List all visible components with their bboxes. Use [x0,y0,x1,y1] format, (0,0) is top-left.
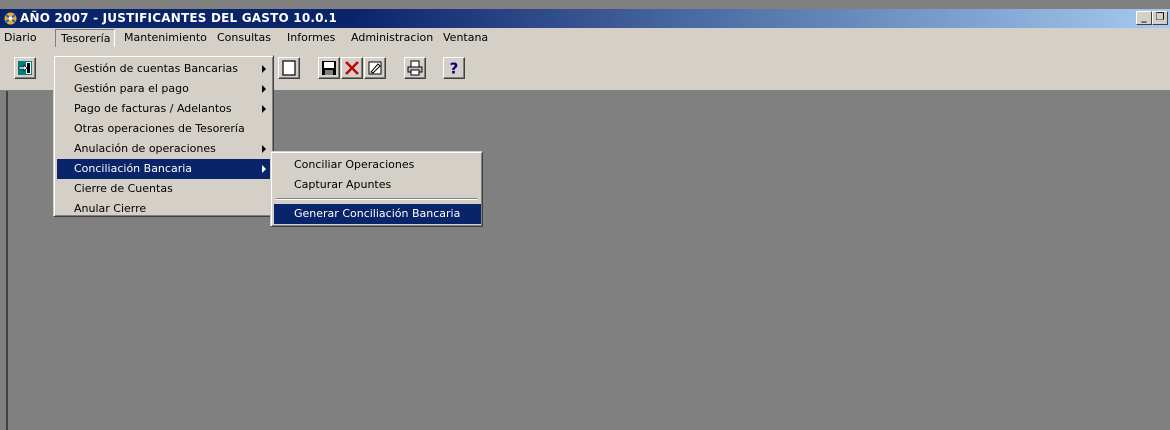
submenu-arrow-icon [262,105,266,113]
edit-icon [368,61,382,75]
menu-item-conciliar-operaciones[interactable]: Conciliar Operaciones [274,155,481,175]
menu-item-label: Conciliación Bancaria [74,162,193,175]
submenu-arrow-icon [262,145,266,153]
menu-item-conciliacion[interactable]: Conciliación Bancaria [57,159,272,179]
menu-bar: Diario Tesorería Mantenimiento Consultas… [0,28,1170,48]
delete-icon [345,61,359,75]
conciliacion-submenu: Conciliar Operaciones Capturar Apuntes G… [270,151,483,227]
menu-item-label: Gestión para el pago [74,82,189,95]
menu-item-label: Capturar Apuntes [294,178,392,191]
menu-item-label: Conciliar Operaciones [294,158,415,171]
new-document-icon [282,60,296,76]
menu-diario[interactable]: Diario [4,31,37,44]
menu-informes[interactable]: Informes [287,31,335,44]
svg-text:?: ? [450,60,459,76]
menu-separator [276,198,477,200]
submenu-arrow-icon [262,85,266,93]
app-icon[interactable] [3,11,18,26]
tesoreria-menu: Gestión de cuentas Bancarias Gestión par… [53,55,274,217]
exit-button[interactable] [14,57,36,79]
menu-item-label: Cierre de Cuentas [74,182,173,195]
menu-item-cierre-cuentas[interactable]: Cierre de Cuentas [57,179,272,199]
submenu-arrow-icon [262,65,266,73]
exit-icon [18,61,32,75]
menu-item-pago-facturas[interactable]: Pago de facturas / Adelantos [57,99,272,119]
menu-ventana[interactable]: Ventana [443,31,488,44]
menu-tesoreria[interactable]: Tesorería [55,29,116,48]
menu-mantenimiento[interactable]: Mantenimiento [124,31,207,44]
print-button[interactable] [404,57,426,79]
menu-administracion[interactable]: Administracion [351,31,433,44]
delete-button[interactable] [341,57,363,79]
title-bar[interactable]: AÑO 2007 - JUSTIFICANTES DEL GASTO 10.0.… [0,9,1170,28]
restore-button[interactable]: ❐ [1152,11,1168,25]
menu-item-label: Otras operaciones de Tesorería [74,122,245,135]
edit-button[interactable] [364,57,386,79]
menu-item-generar-conciliacion[interactable]: Generar Conciliación Bancaria [274,204,481,224]
submenu-arrow-icon [262,165,266,173]
menu-item-label: Gestión de cuentas Bancarias [74,62,238,75]
window-title: AÑO 2007 - JUSTIFICANTES DEL GASTO 10.0.… [20,11,337,25]
print-icon [407,60,423,76]
menu-item-label: Generar Conciliación Bancaria [294,207,461,220]
save-button[interactable] [318,57,340,79]
menu-item-gestion-cuentas[interactable]: Gestión de cuentas Bancarias [57,59,272,79]
menu-consultas[interactable]: Consultas [217,31,271,44]
save-icon [322,61,336,75]
menu-item-label: Anulación de operaciones [74,142,216,155]
minimize-button[interactable]: _ [1136,11,1152,25]
menu-item-anulacion[interactable]: Anulación de operaciones [57,139,272,159]
help-icon: ? [450,60,459,76]
help-button[interactable]: ? [443,57,465,79]
menu-item-anular-cierre[interactable]: Anular Cierre [57,199,272,219]
menu-item-gestion-pago[interactable]: Gestión para el pago [57,79,272,99]
menu-item-capturar-apuntes[interactable]: Capturar Apuntes [274,175,481,195]
new-button[interactable] [278,57,300,79]
menu-item-otras-operaciones[interactable]: Otras operaciones de Tesorería [57,119,272,139]
workspace-edge [6,91,8,430]
application-window: AÑO 2007 - JUSTIFICANTES DEL GASTO 10.0.… [0,0,1170,430]
menu-item-label: Anular Cierre [74,202,147,215]
menu-item-label: Pago de facturas / Adelantos [74,102,232,115]
